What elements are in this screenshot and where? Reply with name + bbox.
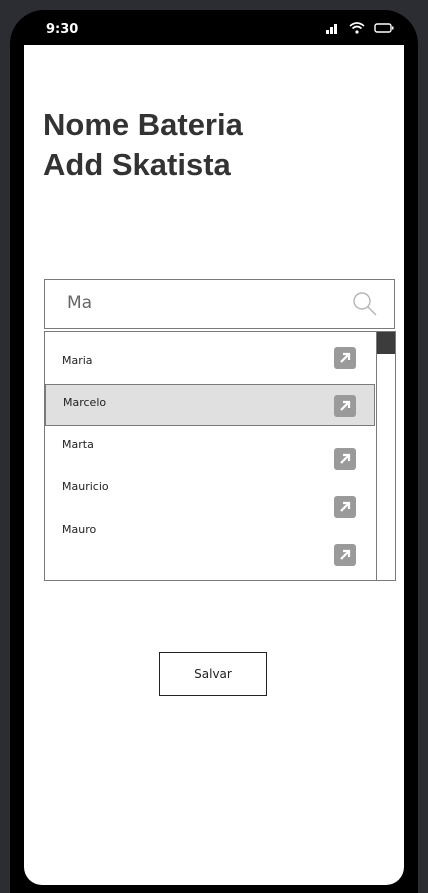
open-external-icon[interactable] [334,448,356,470]
page-title: Nome Bateria Add Skatista [43,105,243,185]
wifi-icon [349,22,365,34]
battery-icon [374,23,394,33]
phone-frame: 9:30 Nome Bateria Add Skatista Ma Maria … [10,10,418,893]
search-results-list: Maria Marcelo Marta Mauricio Mauro [44,331,396,581]
scroll-thumb[interactable] [377,332,395,354]
search-input[interactable] [57,286,357,320]
signal-icon [325,24,337,34]
title-line-action: Add Skatista [43,147,231,182]
list-item[interactable]: Mauricio [45,475,375,517]
list-item-label: Marcelo [63,396,107,409]
status-icons [322,22,394,36]
search-icon[interactable] [352,291,378,317]
list-item-label: Mauro [62,523,97,536]
open-external-icon[interactable] [334,496,356,518]
app-screen: Nome Bateria Add Skatista Maria Marcelo [24,45,404,885]
list-item-label: Marta [62,438,94,451]
save-button[interactable]: Salvar [159,652,267,696]
scrollbar[interactable] [376,332,395,580]
list-item-label: Maria [62,354,93,367]
title-line-team: Nome Bateria [43,107,243,142]
list-item-label: Mauricio [62,480,109,493]
search-box [44,279,395,329]
open-external-icon[interactable] [334,347,356,369]
open-external-icon[interactable] [334,395,356,417]
list-item-selected[interactable]: Marcelo [45,384,375,426]
status-time: 9:30 [46,22,79,37]
list-item[interactable]: Maria [45,338,375,380]
status-bar: 9:30 [10,10,418,46]
open-external-icon[interactable] [334,544,356,566]
list-item[interactable]: Mauro [45,517,375,559]
list-item[interactable]: Marta [45,432,375,474]
